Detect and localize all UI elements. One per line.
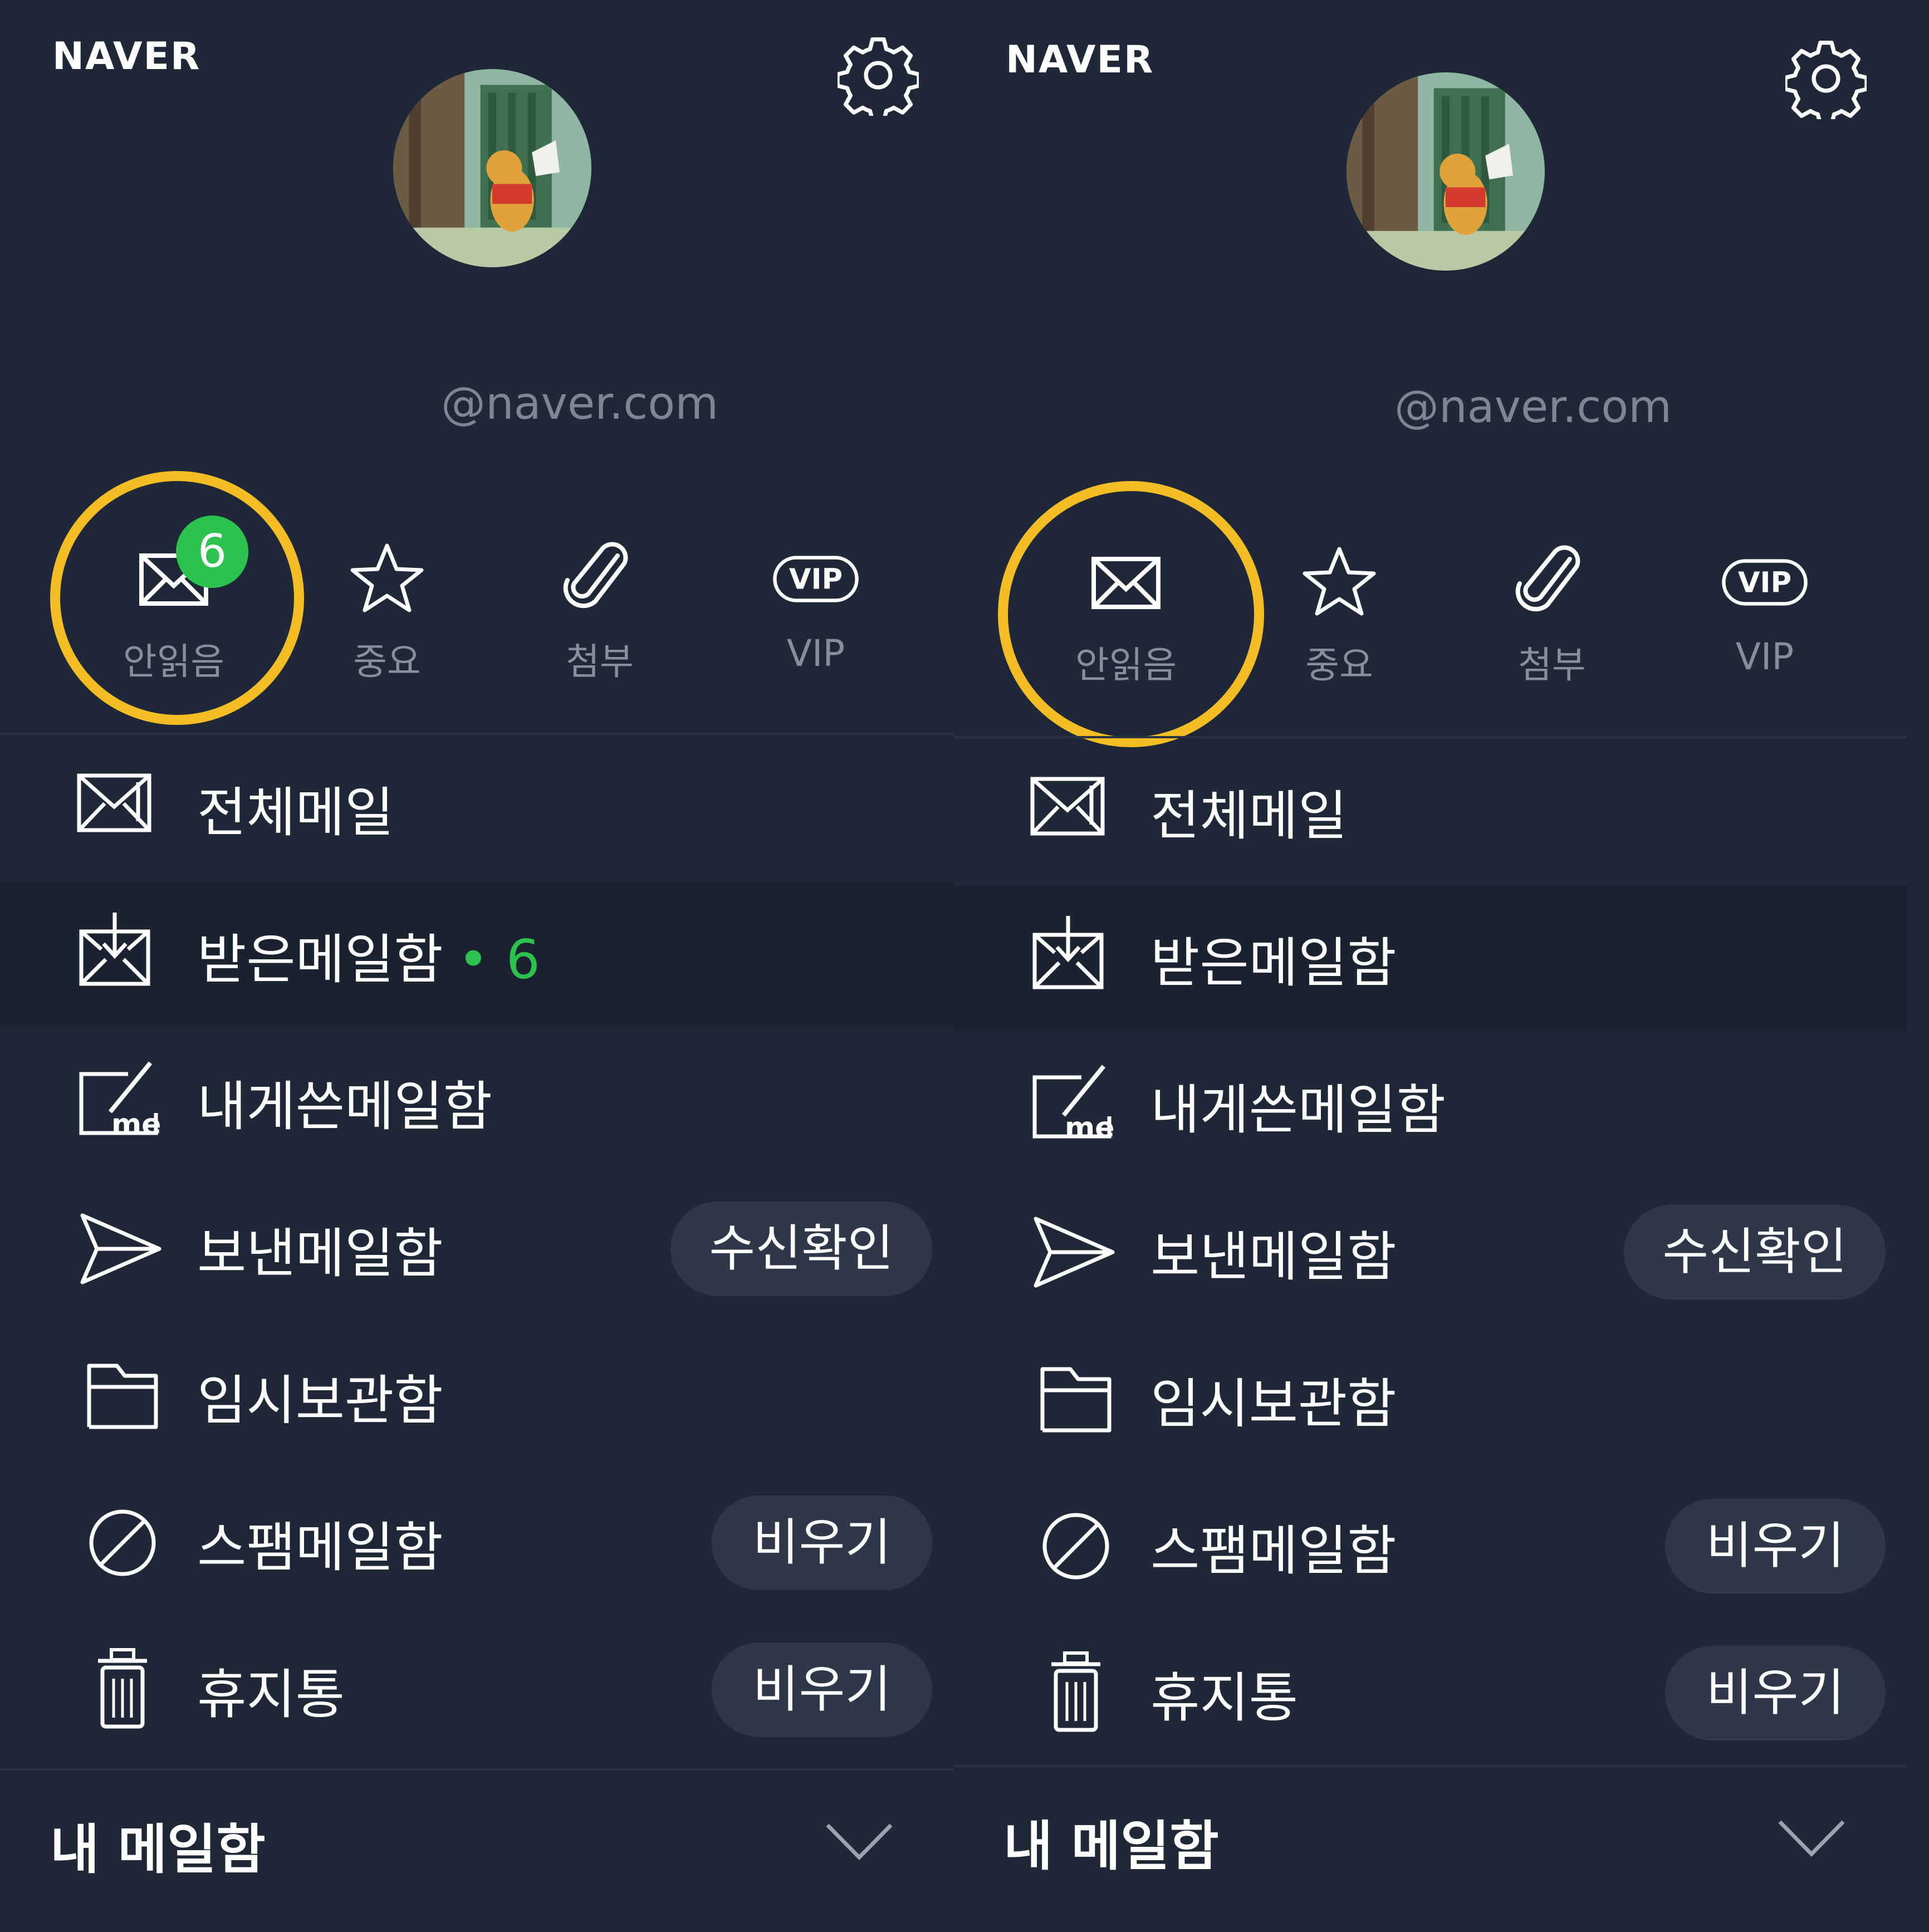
paperclip-icon	[1515, 545, 1580, 612]
my-mailbox-section-title[interactable]: 내 메일함	[50, 1806, 266, 1884]
quick-filter-label: 첨부	[1518, 644, 1586, 687]
menu-item-label: 휴지통	[197, 1663, 345, 1726]
menu-item-label: 임시보관함	[1150, 1372, 1397, 1435]
divider	[0, 1768, 953, 1771]
menu-item-trash[interactable]: 휴지통 비우기	[0, 1617, 953, 1763]
menu-item-label: 내게쓴메일함	[1150, 1078, 1446, 1141]
account-email: @naver.com	[440, 377, 719, 429]
mail-drawer-before: NAVER @naver.com 안읽음 중요 첨부 VIP VIP 6 전체메…	[0, 0, 953, 1929]
menu-item-label: 스팸메일함	[1150, 1519, 1397, 1582]
quick-filter-label: 첨부	[566, 640, 634, 683]
mail-drawer-after: NAVER @naver.com 안읽음 중요 첨부 VIP VIP 전체메일 …	[953, 3, 1907, 1932]
avatar[interactable]	[393, 69, 591, 267]
paperclip-icon	[563, 542, 628, 609]
menu-item-label: 받은메일함	[1150, 931, 1397, 994]
to-me-icon: me	[79, 1061, 161, 1141]
quick-filter-label: VIP	[1735, 635, 1794, 678]
inbox-icon	[79, 913, 150, 986]
quick-filter-vip[interactable]: VIP VIP	[1698, 538, 1832, 683]
star-icon	[1303, 547, 1376, 616]
send-icon	[80, 1213, 161, 1284]
naver-logo: NAVER	[52, 35, 201, 79]
spam-icon	[89, 1509, 156, 1576]
menu-item-label: 내게쓴메일함	[197, 1075, 492, 1138]
menu-item-sent[interactable]: 보낸메일함 수신확인	[953, 1179, 1907, 1325]
inbox-icon	[1032, 916, 1104, 989]
menu-item-label: 받은메일함 • 6	[197, 928, 540, 991]
quick-filter-attachment[interactable]: 첨부	[533, 535, 667, 683]
menu-item-inbox[interactable]: 받은메일함 • 6	[0, 882, 953, 1028]
menu-item-spam[interactable]: 스팸메일함 비우기	[953, 1473, 1907, 1619]
menu-item-all-mail[interactable]: 전체메일	[0, 735, 953, 881]
divider	[953, 1765, 1907, 1767]
trash-icon	[1051, 1651, 1100, 1732]
menu-item-to-me[interactable]: me 내게쓴메일함	[953, 1032, 1907, 1178]
highlight-ring	[50, 471, 304, 725]
send-icon	[1034, 1217, 1115, 1288]
highlight-ring	[998, 481, 1264, 747]
naver-logo: NAVER	[1006, 38, 1154, 82]
vip-icon: VIP	[1722, 559, 1808, 606]
quick-filter-attachment[interactable]: 첨부	[1485, 538, 1619, 687]
menu-item-trash[interactable]: 휴지통 비우기	[953, 1620, 1907, 1766]
star-icon	[350, 543, 424, 612]
empty-trash-button[interactable]: 비우기	[712, 1642, 932, 1737]
account-email: @naver.com	[1394, 381, 1672, 433]
gear-icon[interactable]	[1785, 38, 1867, 119]
inbox-unread-count: • 6	[457, 928, 540, 991]
quick-filter-important[interactable]: 중요	[1272, 538, 1406, 687]
comparison-stage: NAVER @naver.com 안읽음 중요 첨부 VIP VIP 6 전체메…	[0, 0, 1929, 1932]
quick-filter-vip[interactable]: VIP VIP	[749, 535, 883, 679]
chevron-down-icon[interactable]	[823, 1816, 895, 1866]
menu-item-label: 스팸메일함	[197, 1516, 443, 1579]
menu-item-all-mail[interactable]: 전체메일	[953, 738, 1907, 884]
all-mail-icon	[77, 773, 151, 832]
empty-spam-button[interactable]: 비우기	[712, 1495, 932, 1590]
menu-item-label: 임시보관함	[197, 1369, 443, 1432]
quick-filter-label: 중요	[1305, 644, 1373, 687]
quick-filter-important[interactable]: 중요	[320, 535, 454, 683]
quick-filter-label: 중요	[353, 640, 421, 683]
read-receipt-button[interactable]: 수신확인	[670, 1202, 932, 1296]
menu-item-label: 보낸메일함	[197, 1222, 443, 1285]
menu-item-drafts[interactable]: 임시보관함	[0, 1323, 953, 1469]
menu-item-label: 보낸메일함	[1150, 1225, 1397, 1288]
svg-text:me: me	[1065, 1111, 1114, 1145]
my-mailbox-section-title[interactable]: 내 메일함	[1003, 1803, 1219, 1880]
folder-icon	[87, 1364, 158, 1429]
menu-item-spam[interactable]: 스팸메일함 비우기	[0, 1470, 953, 1616]
gear-icon[interactable]	[838, 35, 919, 116]
all-mail-icon	[1030, 777, 1105, 836]
menu-item-label: 휴지통	[1150, 1666, 1298, 1729]
svg-text:VIP: VIP	[1738, 566, 1791, 600]
menu-item-label: 전체메일	[1150, 784, 1348, 847]
vip-icon: VIP	[773, 556, 859, 602]
folder-icon	[1040, 1367, 1112, 1433]
spam-icon	[1042, 1513, 1109, 1580]
avatar[interactable]	[1347, 72, 1545, 271]
menu-item-drafts[interactable]: 임시보관함	[953, 1326, 1907, 1472]
empty-trash-button[interactable]: 비우기	[1665, 1646, 1886, 1740]
chevron-down-icon[interactable]	[1775, 1813, 1848, 1863]
menu-item-sent[interactable]: 보낸메일함 수신확인	[0, 1176, 953, 1322]
to-me-icon: me	[1032, 1065, 1114, 1145]
menu-item-to-me[interactable]: me 내게쓴메일함	[0, 1029, 953, 1175]
menu-item-label: 전체메일	[197, 781, 394, 844]
menu-item-inbox[interactable]: 받은메일함	[953, 885, 1907, 1031]
svg-text:me: me	[111, 1108, 161, 1141]
svg-text:VIP: VIP	[789, 563, 843, 596]
empty-spam-button[interactable]: 비우기	[1665, 1499, 1886, 1593]
trash-icon	[98, 1648, 147, 1729]
quick-filter-label: VIP	[786, 632, 845, 675]
read-receipt-button[interactable]: 수신확인	[1624, 1205, 1886, 1300]
